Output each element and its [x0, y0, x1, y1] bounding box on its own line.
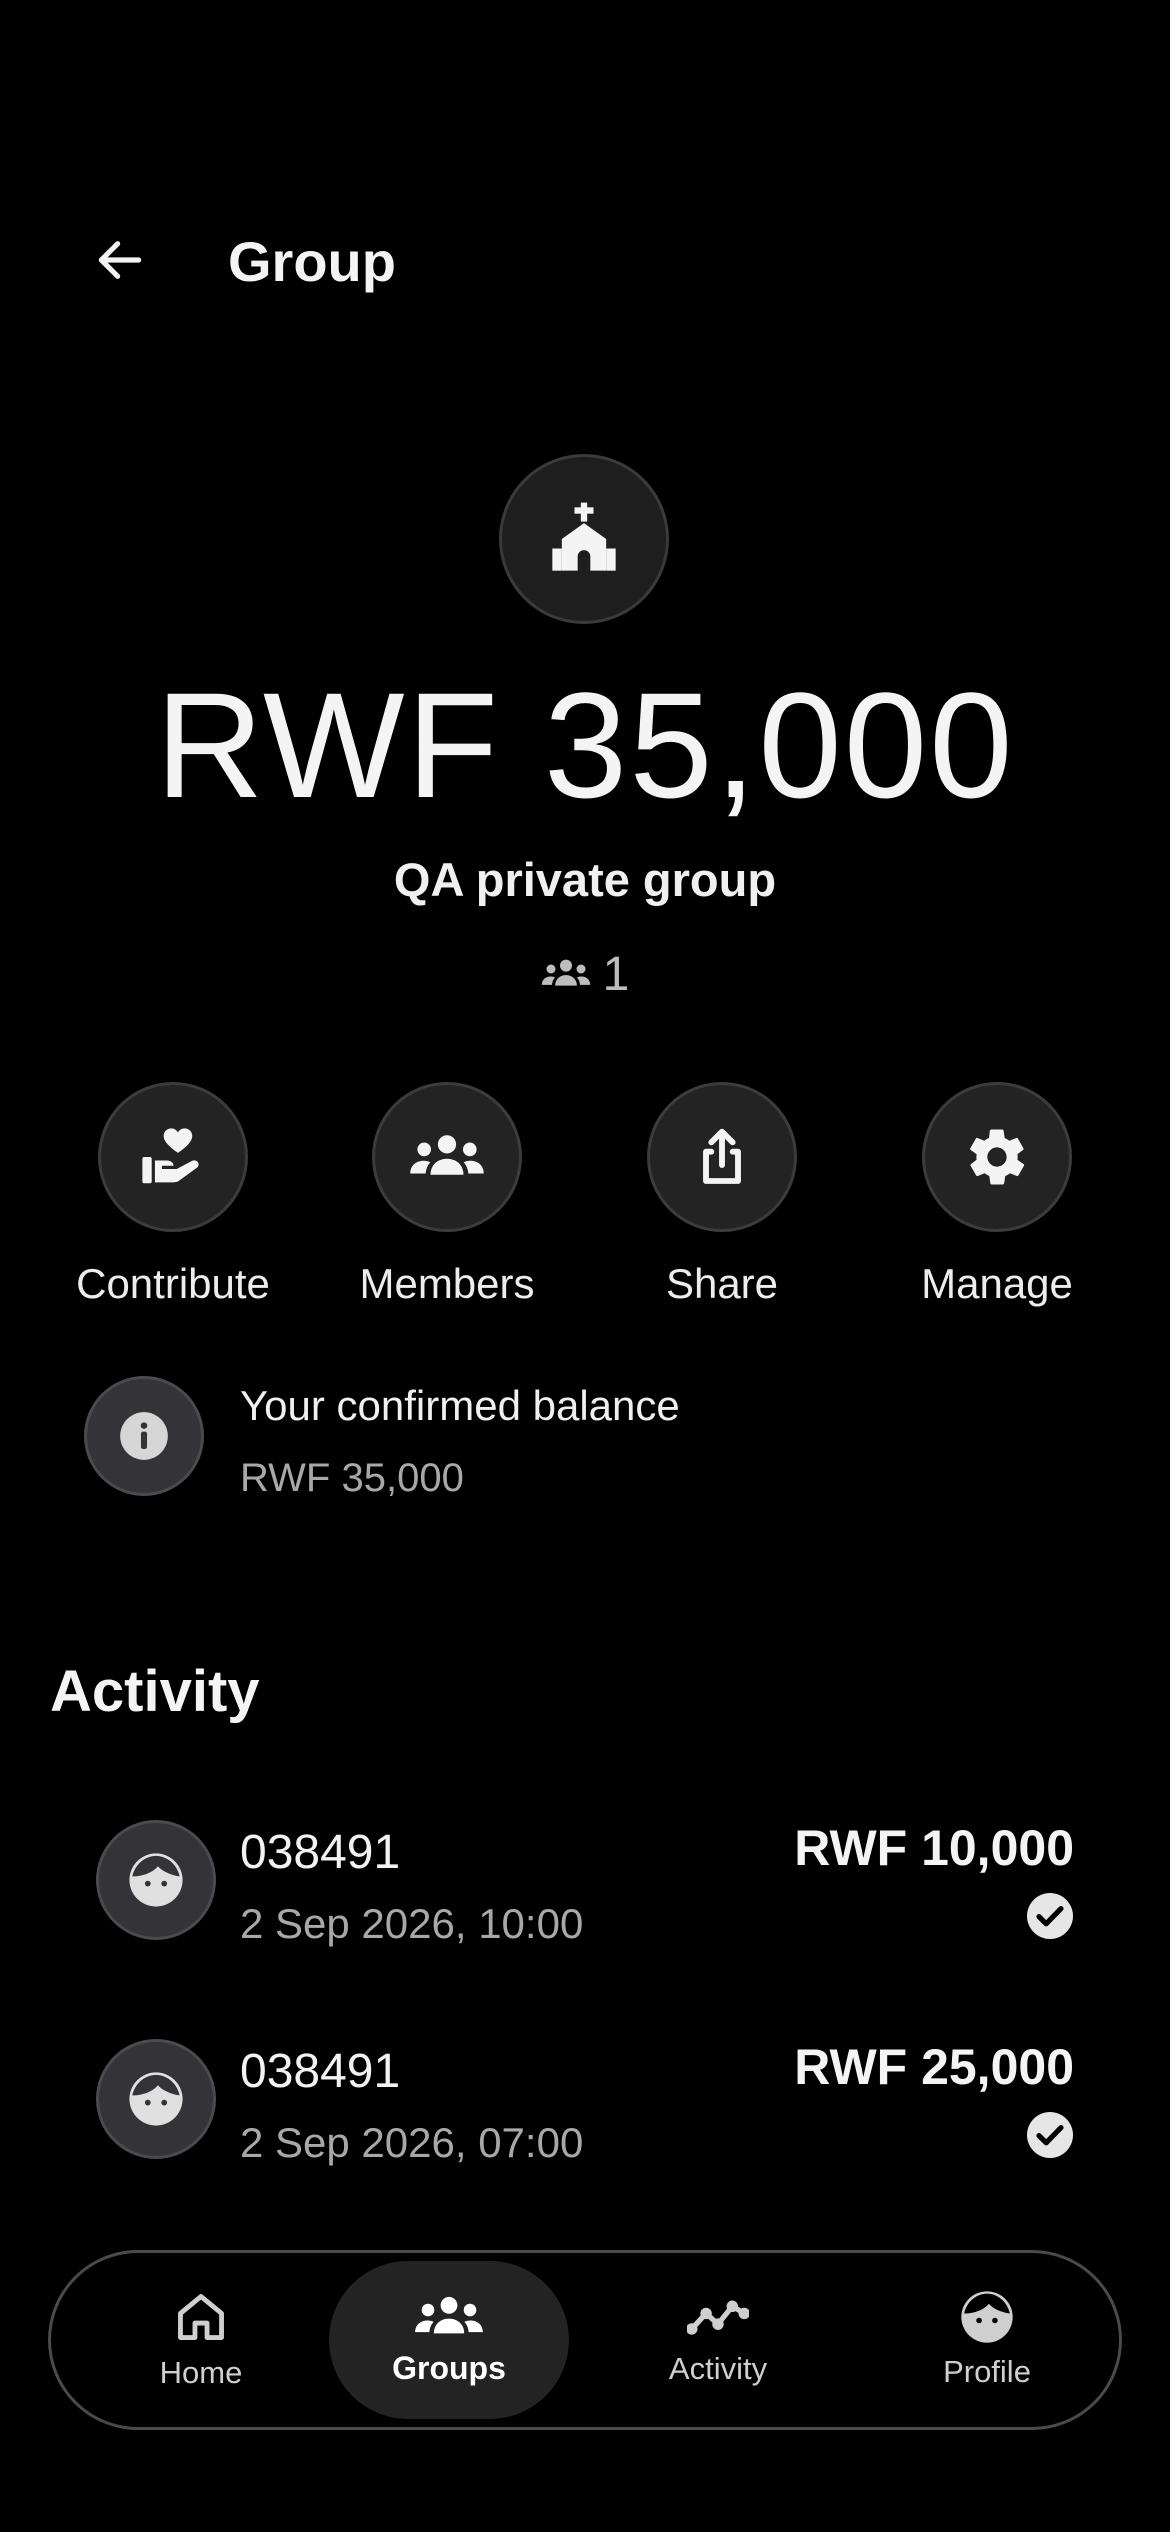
member-count-value: 1 — [602, 947, 630, 1001]
nav-home-label: Home — [159, 2355, 243, 2390]
bottom-nav: Home Groups Activity Profile — [48, 2250, 1122, 2430]
people-icon — [415, 2296, 483, 2334]
avatar — [96, 1820, 216, 1940]
manage-circle — [922, 1082, 1072, 1232]
contribute-label: Contribute — [76, 1260, 270, 1307]
face-icon — [129, 1853, 183, 1907]
group-balance: RWF 35,000 — [155, 661, 1015, 829]
activity-title: Activity — [50, 1659, 260, 1724]
activity-row[interactable]: 038491 2 Sep 2026, 07:00 RWF 25,000 — [0, 2017, 1170, 2197]
avatar — [96, 2039, 216, 2159]
member-count: 1 — [0, 944, 1170, 1004]
face-icon — [129, 2072, 183, 2126]
activity-row[interactable]: 038491 2 Sep 2026, 10:00 RWF 10,000 — [0, 1798, 1170, 1978]
manage-button[interactable]: Manage — [867, 1082, 1127, 1310]
check-circle-icon — [1027, 1893, 1073, 1939]
group-name: QA private group — [393, 853, 777, 906]
confirmed-balance-value: RWF 35,000 — [240, 1456, 464, 1500]
activity-date: 2 Sep 2026, 10:00 — [240, 1900, 584, 1947]
page-title: Group — [228, 230, 396, 293]
nav-groups[interactable]: Groups — [329, 2261, 569, 2419]
contribute-button[interactable]: Contribute — [43, 1082, 303, 1310]
home-icon — [178, 2294, 224, 2340]
arrow-left-icon — [98, 241, 142, 279]
share-icon — [703, 1128, 741, 1184]
members-button[interactable]: Members — [317, 1082, 577, 1310]
nav-profile[interactable]: Profile — [867, 2261, 1107, 2419]
activity-amount: RWF 25,000 — [794, 2039, 1074, 2095]
check-circle-icon — [1027, 2112, 1073, 2158]
nav-activity-label: Activity — [668, 2351, 768, 2386]
nav-groups-label: Groups — [392, 2350, 506, 2386]
people-icon — [410, 1135, 484, 1175]
nav-profile-label: Profile — [943, 2354, 1031, 2389]
back-button[interactable] — [82, 222, 158, 298]
activity-member-id: 038491 — [240, 1826, 401, 1879]
church-icon — [552, 502, 616, 571]
face-icon — [961, 2291, 1013, 2343]
manage-label: Manage — [921, 1260, 1073, 1307]
info-badge — [84, 1376, 204, 1496]
hand-heart-icon — [142, 1128, 199, 1184]
nav-home[interactable]: Home — [81, 2261, 321, 2419]
activity-date: 2 Sep 2026, 07:00 — [240, 2119, 584, 2166]
info-icon — [120, 1412, 168, 1460]
contribute-circle — [98, 1082, 248, 1232]
group-avatar — [499, 454, 669, 624]
people-icon — [541, 959, 590, 986]
gear-icon — [970, 1129, 1025, 1185]
share-label: Share — [665, 1260, 779, 1307]
share-button[interactable]: Share — [592, 1082, 852, 1310]
members-label: Members — [359, 1260, 535, 1307]
nav-activity[interactable]: Activity — [598, 2261, 838, 2419]
share-circle — [647, 1082, 797, 1232]
activity-amount: RWF 10,000 — [794, 1820, 1074, 1876]
activity-member-id: 038491 — [240, 2045, 401, 2098]
confirmed-balance-title: Your confirmed balance — [240, 1382, 680, 1429]
chart-line-icon — [687, 2300, 749, 2335]
members-circle — [372, 1082, 522, 1232]
